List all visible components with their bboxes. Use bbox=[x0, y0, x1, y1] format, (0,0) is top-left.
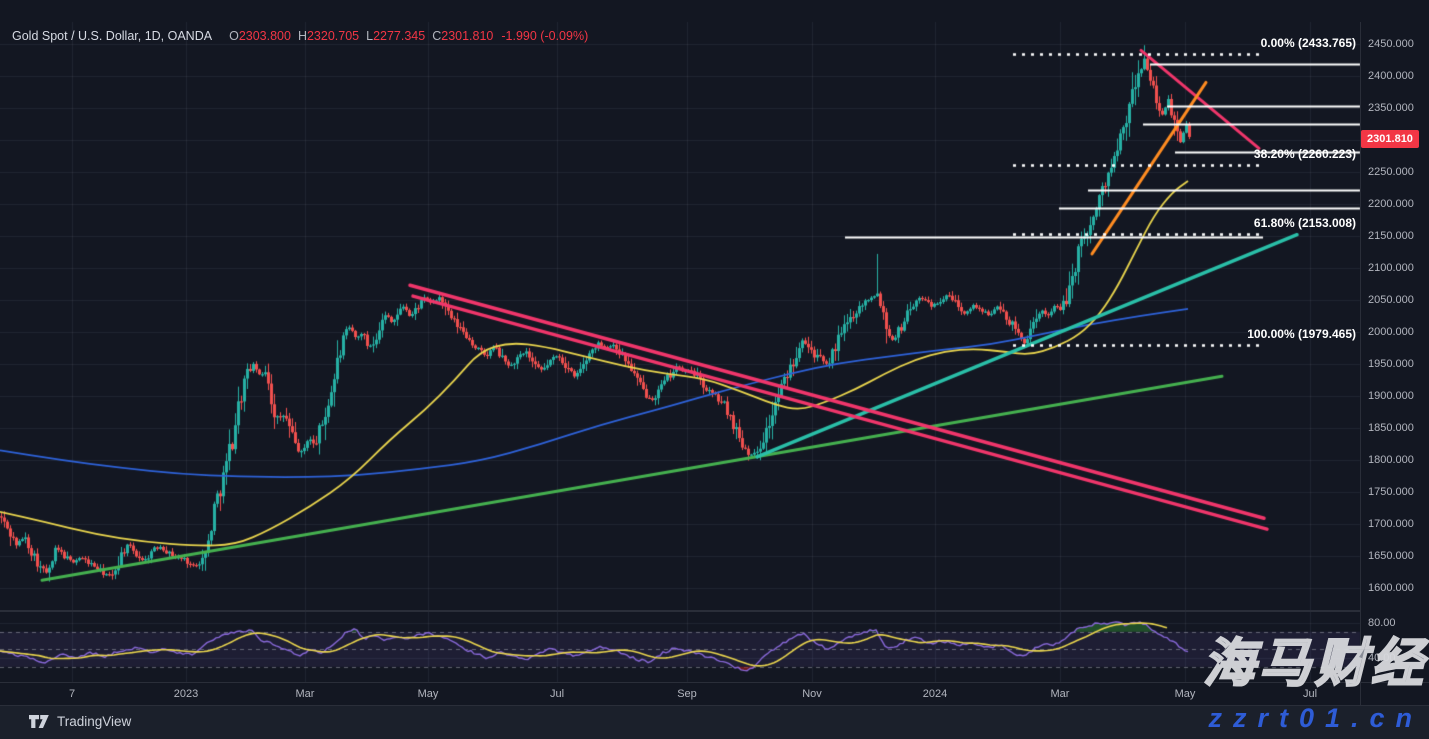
tradingview-logo[interactable]: TradingView bbox=[28, 714, 131, 729]
price-tick-label: 2400.000 bbox=[1368, 70, 1414, 82]
watermark-chinese-text: 海马财经 bbox=[1203, 638, 1427, 690]
time-tick-label: Mar bbox=[1051, 688, 1070, 700]
close-label: C bbox=[432, 29, 441, 43]
price-tick-label: 1950.000 bbox=[1368, 358, 1414, 370]
fib-level-label: 0.00% (2433.765) bbox=[1261, 36, 1356, 50]
price-tick-label: 2100.000 bbox=[1368, 262, 1414, 274]
price-tick-label: 2050.000 bbox=[1368, 294, 1414, 306]
price-axis-border bbox=[1360, 22, 1361, 705]
fib-level-label: 100.00% (1979.465) bbox=[1247, 327, 1356, 341]
tradingview-logo-icon bbox=[28, 714, 50, 729]
open-value: 2303.800 bbox=[239, 29, 291, 43]
time-tick-label: 2023 bbox=[174, 688, 198, 700]
time-tick-label: Jul bbox=[550, 688, 564, 700]
price-tick-label: 1850.000 bbox=[1368, 422, 1414, 434]
price-tick-label: 1650.000 bbox=[1368, 550, 1414, 562]
high-label: H bbox=[298, 29, 307, 43]
low-value: 2277.345 bbox=[373, 29, 425, 43]
time-tick-label: 2024 bbox=[923, 688, 947, 700]
tradingview-published-chart: dacolmanfx published on TradingView.com,… bbox=[0, 0, 1429, 739]
time-tick-label: Sep bbox=[677, 688, 697, 700]
tradingview-logo-text: TradingView bbox=[57, 714, 131, 729]
time-tick-label: May bbox=[1175, 688, 1196, 700]
price-tick-label: 1900.000 bbox=[1368, 390, 1414, 402]
price-tick-label: 1800.000 bbox=[1368, 454, 1414, 466]
price-tick-label: 1600.000 bbox=[1368, 582, 1414, 594]
price-tick-label: 2250.000 bbox=[1368, 166, 1414, 178]
price-tick-label: 1750.000 bbox=[1368, 486, 1414, 498]
high-value: 2320.705 bbox=[307, 29, 359, 43]
change-value: -1.990 (-0.09%) bbox=[501, 29, 588, 43]
time-tick-label: 7 bbox=[69, 688, 75, 700]
chart-legend: Gold Spot / U.S. Dollar, 1D, OANDA O2303.… bbox=[12, 29, 588, 43]
watermark-url-text: zzrt01.cn bbox=[1208, 704, 1423, 734]
open-label: O bbox=[229, 29, 239, 43]
price-tick-label: 2200.000 bbox=[1368, 198, 1414, 210]
chart-canvas[interactable] bbox=[0, 0, 1429, 739]
last-price-badge: 2301.810 bbox=[1361, 130, 1419, 148]
price-tick-label: 2350.000 bbox=[1368, 102, 1414, 114]
time-tick-label: Nov bbox=[802, 688, 822, 700]
price-tick-label: 2150.000 bbox=[1368, 230, 1414, 242]
fib-level-label: 61.80% (2153.008) bbox=[1254, 216, 1356, 230]
price-tick-label: 1700.000 bbox=[1368, 518, 1414, 530]
close-value: 2301.810 bbox=[441, 29, 493, 43]
symbol-title[interactable]: Gold Spot / U.S. Dollar, 1D, OANDA bbox=[12, 29, 212, 43]
price-tick-label: 2450.000 bbox=[1368, 38, 1414, 50]
time-tick-label: Mar bbox=[296, 688, 315, 700]
pane-divider[interactable] bbox=[0, 610, 1360, 612]
price-tick-label: 2000.000 bbox=[1368, 326, 1414, 338]
time-tick-label: May bbox=[418, 688, 439, 700]
fib-level-label: 38.20% (2260.223) bbox=[1254, 147, 1356, 161]
indicator-tick-label: 80.00 bbox=[1368, 617, 1396, 629]
